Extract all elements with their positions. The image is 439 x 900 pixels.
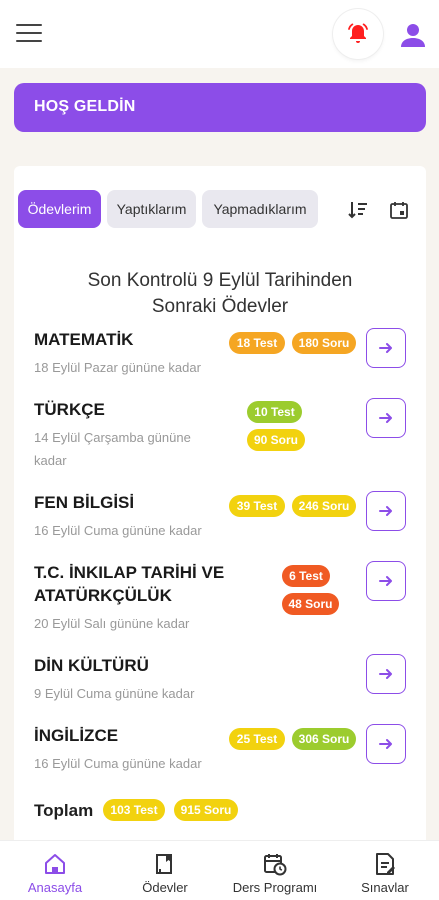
due-date: 18 Eylül Pazar gününe kadar (34, 360, 201, 375)
user-icon (401, 24, 425, 47)
test-count-badge: 39 Test (229, 495, 285, 517)
nav-anasayfa[interactable]: Anasayfa (12, 851, 98, 900)
bell-icon (348, 23, 368, 43)
nav-label: Anasayfa (27, 880, 83, 895)
due-date: 9 Eylül Cuma gününe kadar (34, 686, 195, 701)
tab-yapmadiklarim[interactable]: Yapmadıklarım (202, 190, 318, 228)
tab-yaptiklarim[interactable]: Yaptıklarım (107, 190, 196, 228)
arrow-right-icon (379, 576, 392, 586)
home-icon (45, 854, 65, 874)
open-homework-button[interactable] (366, 398, 406, 438)
due-date: 14 Eylül Çarşamba gününe (34, 430, 191, 445)
sort-icon[interactable] (346, 198, 370, 222)
open-homework-button[interactable] (366, 724, 406, 764)
subject-name: MATEMATİK (34, 330, 134, 349)
question-count-badge: 246 Soru (292, 495, 356, 517)
open-homework-button[interactable] (366, 328, 406, 368)
question-count-badge: 48 Soru (282, 593, 339, 615)
arrow-right-icon (379, 413, 392, 423)
nav-sinavlar[interactable]: Sınavlar (346, 851, 424, 900)
subject-name: İNGİLİZCE (34, 726, 119, 745)
nav-label: Ödevler (142, 880, 188, 895)
top-app-bar (0, 0, 439, 68)
subject-name: DİN KÜLTÜRÜ (34, 656, 149, 675)
exam-icon (376, 853, 395, 875)
nav-label: Sınavlar (361, 880, 409, 895)
arrow-right-icon (379, 739, 392, 749)
open-homework-button[interactable] (366, 561, 406, 601)
question-count-badge: 180 Soru (292, 332, 356, 354)
nav-ders-programi[interactable]: Ders Programı (220, 851, 330, 900)
calendar-icon[interactable] (389, 200, 409, 220)
nav-label: Ders Programı (232, 880, 318, 895)
tab-odevlerim[interactable]: Ödevlerim (18, 190, 101, 228)
subject-name: FEN BİLGİSİ (34, 493, 135, 512)
subject-name: TÜRKÇE (34, 400, 105, 419)
arrow-right-icon (379, 669, 392, 679)
test-count-badge: 25 Test (229, 728, 285, 750)
test-count-badge: 18 Test (229, 332, 285, 354)
test-count-badge: 6 Test (282, 565, 330, 587)
total-test-badge: 103 Test (103, 799, 165, 821)
list-title: Son Kontrolü 9 Eylül Tarihinden Sonraki … (40, 268, 400, 320)
total-question-badge: 915 Soru (174, 799, 238, 821)
open-homework-button[interactable] (366, 654, 406, 694)
arrow-right-icon (379, 506, 392, 516)
due-date-cont: kadar (34, 453, 67, 468)
schedule-icon (264, 854, 287, 876)
profile-button[interactable] (398, 20, 428, 50)
due-date: 20 Eylül Salı gününe kadar (34, 616, 190, 631)
bottom-navigation: Anasayfa Ödevler Ders Programı Sınavlar (0, 840, 439, 900)
list-title-line1: Son Kontrolü 9 Eylül Tarihinden (87, 270, 353, 291)
question-count-badge: 306 Soru (292, 728, 356, 750)
subject-name: T.C. İNKILAP TARİHİ VE (34, 563, 225, 582)
list-title-line2: Sonraki Ödevler (151, 296, 289, 317)
homework-icon (156, 854, 172, 874)
due-date: 16 Eylül Cuma gününe kadar (34, 523, 202, 538)
test-count-badge: 10 Test (247, 401, 302, 423)
welcome-banner: HOŞ GELDİN (14, 83, 426, 132)
question-count-badge: 90 Soru (247, 429, 305, 451)
hamburger-icon[interactable] (16, 24, 42, 44)
notifications-button[interactable] (333, 9, 383, 59)
open-homework-button[interactable] (366, 491, 406, 531)
total-label: Toplam (34, 801, 94, 820)
nav-odevler[interactable]: Ödevler (124, 851, 206, 900)
arrow-right-icon (379, 343, 392, 353)
subject-name-cont: ATATÜRKÇÜLÜK (34, 586, 172, 605)
due-date: 16 Eylül Cuma gününe kadar (34, 756, 202, 771)
